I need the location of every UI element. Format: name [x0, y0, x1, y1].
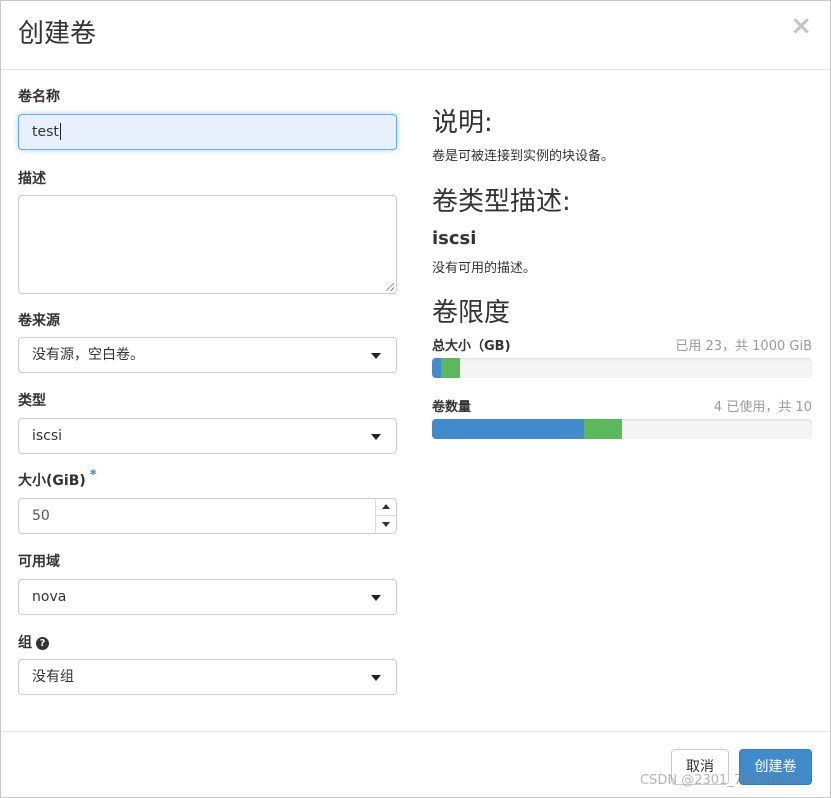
watermark: CSDN @2301_78779612 [640, 773, 800, 788]
group-label: 组? [18, 633, 49, 653]
dialog-header: 创建卷 × [1, 1, 830, 70]
volume-name-label: 卷名称 [18, 89, 60, 105]
quota-progress-bar [432, 419, 812, 439]
quota-used-segment [432, 419, 584, 439]
quota-used-segment [432, 358, 441, 378]
size-value: 50 [32, 508, 50, 524]
description-heading: 说明: [432, 108, 493, 138]
close-icon[interactable]: × [790, 11, 812, 41]
volume-source-select[interactable]: 没有源，空白卷。 [18, 337, 397, 373]
description-textarea[interactable] [18, 195, 397, 294]
description-label: 描述 [18, 171, 46, 187]
caret-down-icon [371, 434, 381, 440]
volume-type-label: 类型 [18, 393, 46, 409]
quota-requested-segment [584, 419, 622, 439]
caret-down-icon [371, 675, 381, 681]
availability-zone-select[interactable]: nova [18, 579, 397, 615]
volume-type-heading: 卷类型描述: [432, 187, 571, 217]
quota-progress-bar [432, 358, 812, 378]
limits-heading: 卷限度 [432, 298, 511, 328]
availability-zone-value: nova [32, 589, 67, 605]
volume-type-select[interactable]: iscsi [18, 418, 397, 454]
size-label-text: 大小(GiB) [18, 473, 86, 489]
description-text: 卷是可被连接到实例的块设备。 [432, 149, 615, 164]
caret-down-icon [371, 595, 381, 601]
volume-type-value: iscsi [32, 428, 63, 444]
quota-value: 已用 23，共 1000 GiB [675, 339, 812, 354]
availability-zone-label: 可用域 [18, 554, 60, 570]
resize-grip-icon[interactable] [386, 283, 394, 291]
text-cursor [59, 122, 61, 140]
caret-down-icon [371, 353, 381, 359]
volume-type-text: 没有可用的描述。 [432, 261, 537, 276]
volume-name-value: test [32, 124, 59, 140]
question-circle-icon[interactable]: ? [36, 637, 49, 650]
group-value: 没有组 [32, 669, 74, 685]
required-marker: * [89, 468, 97, 483]
quota-label: 卷数量 [432, 400, 472, 415]
quota-requested-segment [440, 358, 460, 378]
increment-arrow-icon[interactable] [376, 499, 396, 516]
volume-source-label: 卷来源 [18, 313, 60, 329]
create-volume-dialog: 创建卷 × 卷名称 test 描述 卷来源 没有源，空白卷。 类型 iscsi … [0, 0, 831, 798]
size-input[interactable]: 50 [18, 498, 397, 534]
volume-source-value: 没有源，空白卷。 [32, 347, 144, 363]
decrement-arrow-icon[interactable] [376, 516, 396, 533]
group-label-text: 组 [18, 635, 32, 651]
size-spinner [375, 499, 396, 533]
quota-label: 总大小（GB) [432, 339, 511, 354]
dialog-title: 创建卷 [18, 19, 97, 49]
quota-value: 4 已使用，共 10 [713, 400, 812, 415]
group-select[interactable]: 没有组 [18, 659, 397, 695]
volume-name-input[interactable]: test [18, 114, 397, 150]
volume-type-name: iscsi [432, 228, 477, 249]
size-label: 大小(GiB) * [18, 468, 97, 492]
